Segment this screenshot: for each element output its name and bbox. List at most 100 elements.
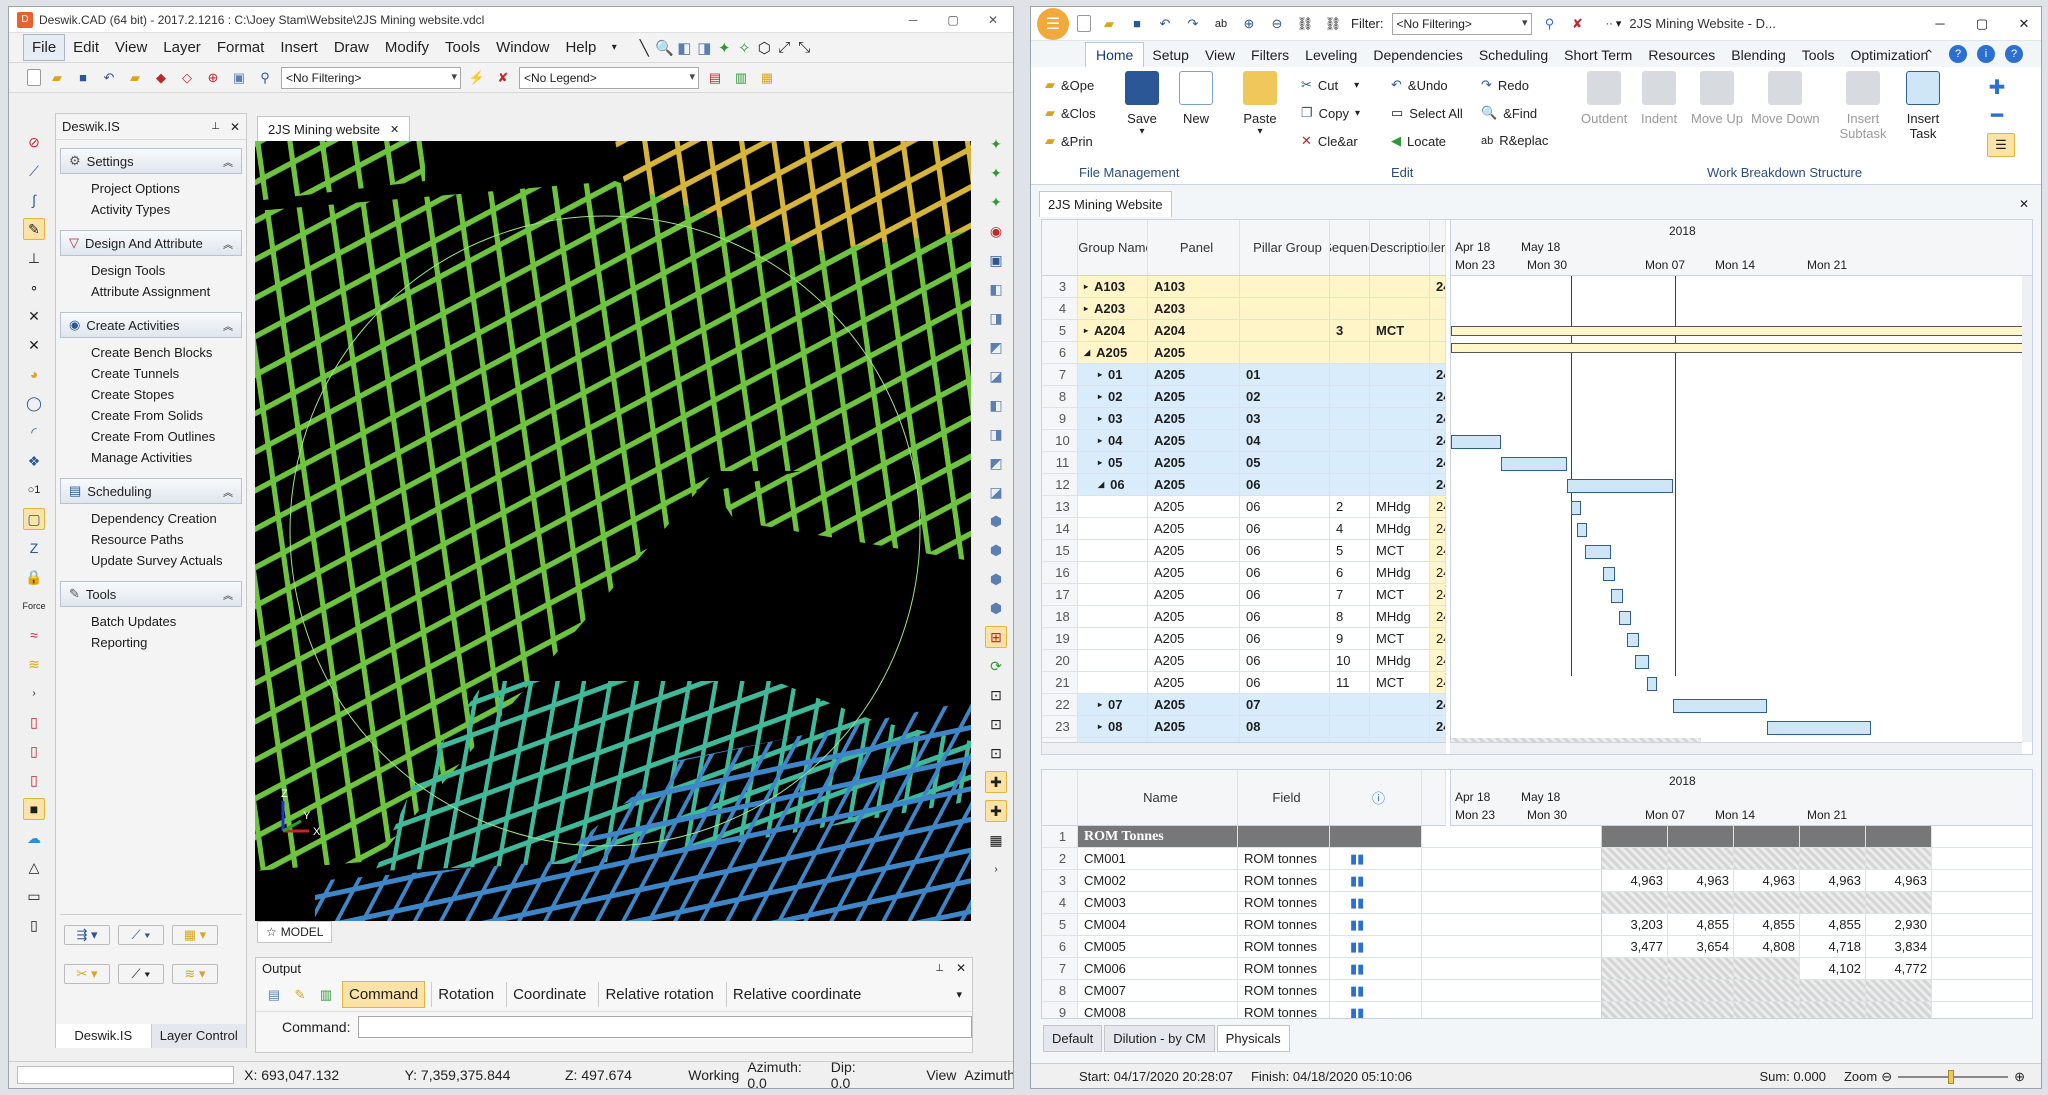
force-icon[interactable]: Force (23, 595, 46, 617)
resource-value-cell[interactable] (1866, 892, 1932, 913)
task-cell-group[interactable]: ▸ 02 (1078, 386, 1148, 407)
resource-gap[interactable] (1422, 870, 1602, 891)
bar-chart-icon[interactable]: ▮▮ (1350, 961, 1364, 977)
lower-col-info[interactable]: ⓘ (1330, 770, 1422, 825)
task-cell-seq[interactable]: 4 (1330, 518, 1370, 539)
task-cell-panel[interactable]: A205 (1148, 694, 1240, 715)
transform-icon[interactable]: ⤡ (794, 38, 814, 58)
task-cell-seq[interactable] (1330, 430, 1370, 451)
expand-arrow-icon[interactable]: ▸ (1084, 326, 1088, 335)
task-cell-panel[interactable]: A205 (1148, 452, 1240, 473)
resource-chart-cell[interactable]: ▮▮ (1330, 1002, 1422, 1018)
resource-name[interactable]: CM008 (1078, 1002, 1238, 1018)
resource-name[interactable]: CM004 (1078, 914, 1238, 935)
task-cell-panel[interactable]: A205 (1148, 386, 1240, 407)
task-cell-panel[interactable]: A205 (1148, 584, 1240, 605)
sched-doc-tab[interactable]: 2JS Mining Website (1039, 191, 1172, 217)
bottom-tool-d-icon[interactable]: ✂ ▾ (64, 963, 110, 984)
task-cell-pillar[interactable]: 01 (1240, 364, 1330, 385)
resource-chart-cell[interactable]: ▮▮ (1330, 980, 1422, 1001)
cloud-icon[interactable]: ☁ (23, 827, 45, 849)
link-activity-types[interactable]: Activity Types (91, 199, 242, 220)
task-cell-cal[interactable] (1430, 298, 1446, 319)
tab-layer-control[interactable]: Layer Control (151, 1024, 246, 1048)
task-row[interactable]: 20 A205 06 10 MHdg 24hr FT Calen (1042, 650, 1446, 672)
expand-arrow-icon[interactable]: ▸ (1098, 392, 1102, 401)
resource-name[interactable]: ROM Tonnes (1078, 826, 1238, 847)
link-manage-activities[interactable]: Manage Activities (91, 447, 242, 468)
menu-window[interactable]: Window (488, 35, 557, 60)
task-cell-panel[interactable]: A205 (1148, 474, 1240, 495)
task-cell-n[interactable]: 13 (1042, 496, 1078, 517)
ribbon-replace[interactable]: ab R&eplac (1481, 133, 1548, 148)
task-cell-pillar[interactable] (1240, 298, 1330, 319)
task-cell-n[interactable]: 20 (1042, 650, 1078, 671)
list-view-icon[interactable]: ☰ (1987, 133, 2015, 157)
task-cell-pillar[interactable] (1240, 342, 1330, 363)
task-cell-pillar[interactable]: 06 (1240, 628, 1330, 649)
task-row[interactable]: 4 ▸ A203 A203 (1042, 298, 1446, 320)
resource-value-cell[interactable] (1866, 980, 1932, 1001)
resource-value-cell[interactable] (1668, 1002, 1734, 1018)
app-logo-icon[interactable]: ☰ (1037, 7, 1069, 40)
task-cell-cal[interactable]: 24hr FT Calen (1430, 364, 1446, 385)
task-cell-pillar[interactable]: 06 (1240, 496, 1330, 517)
task-cell-group[interactable] (1078, 650, 1148, 671)
ribbon-tab-blending[interactable]: Blending (1723, 43, 1794, 67)
menu-file[interactable]: File (23, 34, 66, 61)
counter-icon[interactable]: ○1 (23, 479, 45, 501)
task-cell-group[interactable]: ▸ A103 (1078, 276, 1148, 297)
output-tab-relative-rotation[interactable]: Relative rotation (598, 982, 719, 1007)
ribbon-save[interactable]: Save ▾ (1125, 71, 1159, 137)
task-cell-group[interactable] (1078, 628, 1148, 649)
task-cell-cal[interactable]: 24hr FT Calen (1430, 606, 1446, 627)
output-close-icon[interactable]: ✕ (956, 961, 966, 975)
task-cell-desc[interactable] (1370, 276, 1430, 297)
resource-chart-cell[interactable]: ▮▮ (1330, 870, 1422, 891)
task-cell-seq[interactable]: 11 (1330, 672, 1370, 693)
ribbon-insert-task[interactable]: Insert Task (1899, 71, 1947, 141)
lower-col-field[interactable]: Field (1238, 770, 1330, 825)
task-cell-seq[interactable] (1330, 364, 1370, 385)
resource-value-cell[interactable]: 4,963 (1602, 870, 1668, 891)
resource-value-cell[interactable] (1800, 826, 1866, 847)
task-cell-seq[interactable] (1330, 298, 1370, 319)
target-icon[interactable]: ⊕ (203, 68, 223, 88)
resource-value-cell[interactable]: 4,963 (1800, 870, 1866, 891)
menu-draw[interactable]: Draw (326, 35, 377, 60)
resource-field[interactable]: ROM tonnes (1238, 936, 1330, 957)
ribbon-find[interactable]: 🔍 &Find (1481, 105, 1537, 121)
orbit-alt-icon[interactable]: ✧ (734, 38, 754, 58)
ribbon-help2-icon[interactable]: ? (2005, 45, 2023, 63)
resource-value-cell[interactable]: 2,930 (1866, 914, 1932, 935)
resource-field[interactable]: ROM tonnes (1238, 870, 1330, 891)
resource-value-cell[interactable] (1800, 892, 1866, 913)
lower-col-name[interactable]: Name (1078, 770, 1238, 825)
task-cell-group[interactable]: ▸ 04 (1078, 430, 1148, 451)
task-cell-seq[interactable]: 8 (1330, 606, 1370, 627)
gantt-bar-05[interactable] (1501, 457, 1567, 471)
resource-row-number[interactable]: 7 (1042, 958, 1078, 979)
sched-maximize-icon[interactable]: ▢ (1965, 16, 1999, 32)
task-cell-cal[interactable] (1430, 342, 1446, 363)
gantt-bar-15[interactable] (1585, 545, 1611, 559)
model-tab[interactable]: ☆ MODEL (257, 921, 333, 943)
task-row[interactable]: 8 ▸ 02 A205 02 24hr FT Calen (1042, 386, 1446, 408)
open-folder-icon[interactable]: ▰ (47, 68, 67, 88)
task-cell-seq[interactable] (1330, 342, 1370, 363)
resource-gap[interactable] (1422, 936, 1602, 957)
menu-view[interactable]: View (107, 35, 155, 60)
ribbon-tab-filters[interactable]: Filters (1243, 43, 1297, 67)
task-cell-desc[interactable]: MCT (1370, 672, 1430, 693)
task-cell-desc[interactable] (1370, 716, 1430, 737)
bar-chart-icon[interactable]: ▮▮ (1350, 895, 1364, 911)
ribbon-paste[interactable]: Paste ▾ (1243, 71, 1277, 137)
link-create-stopes[interactable]: Create Stopes (91, 384, 242, 405)
orbit-green2-icon[interactable]: ✦ (985, 162, 1007, 184)
tab-2js-mining-website[interactable]: 2JS Mining website ✕ (257, 116, 411, 141)
resource-chart-cell[interactable] (1330, 826, 1422, 847)
task-cell-n[interactable]: 9 (1042, 408, 1078, 429)
resource-row[interactable]: 4 CM003 ROM tonnes ▮▮ (1042, 892, 2032, 914)
task-row[interactable]: 14 A205 06 4 MHdg 24hr FT Calen (1042, 518, 1446, 540)
bottom-tab-physicals[interactable]: Physicals (1216, 1025, 1290, 1052)
